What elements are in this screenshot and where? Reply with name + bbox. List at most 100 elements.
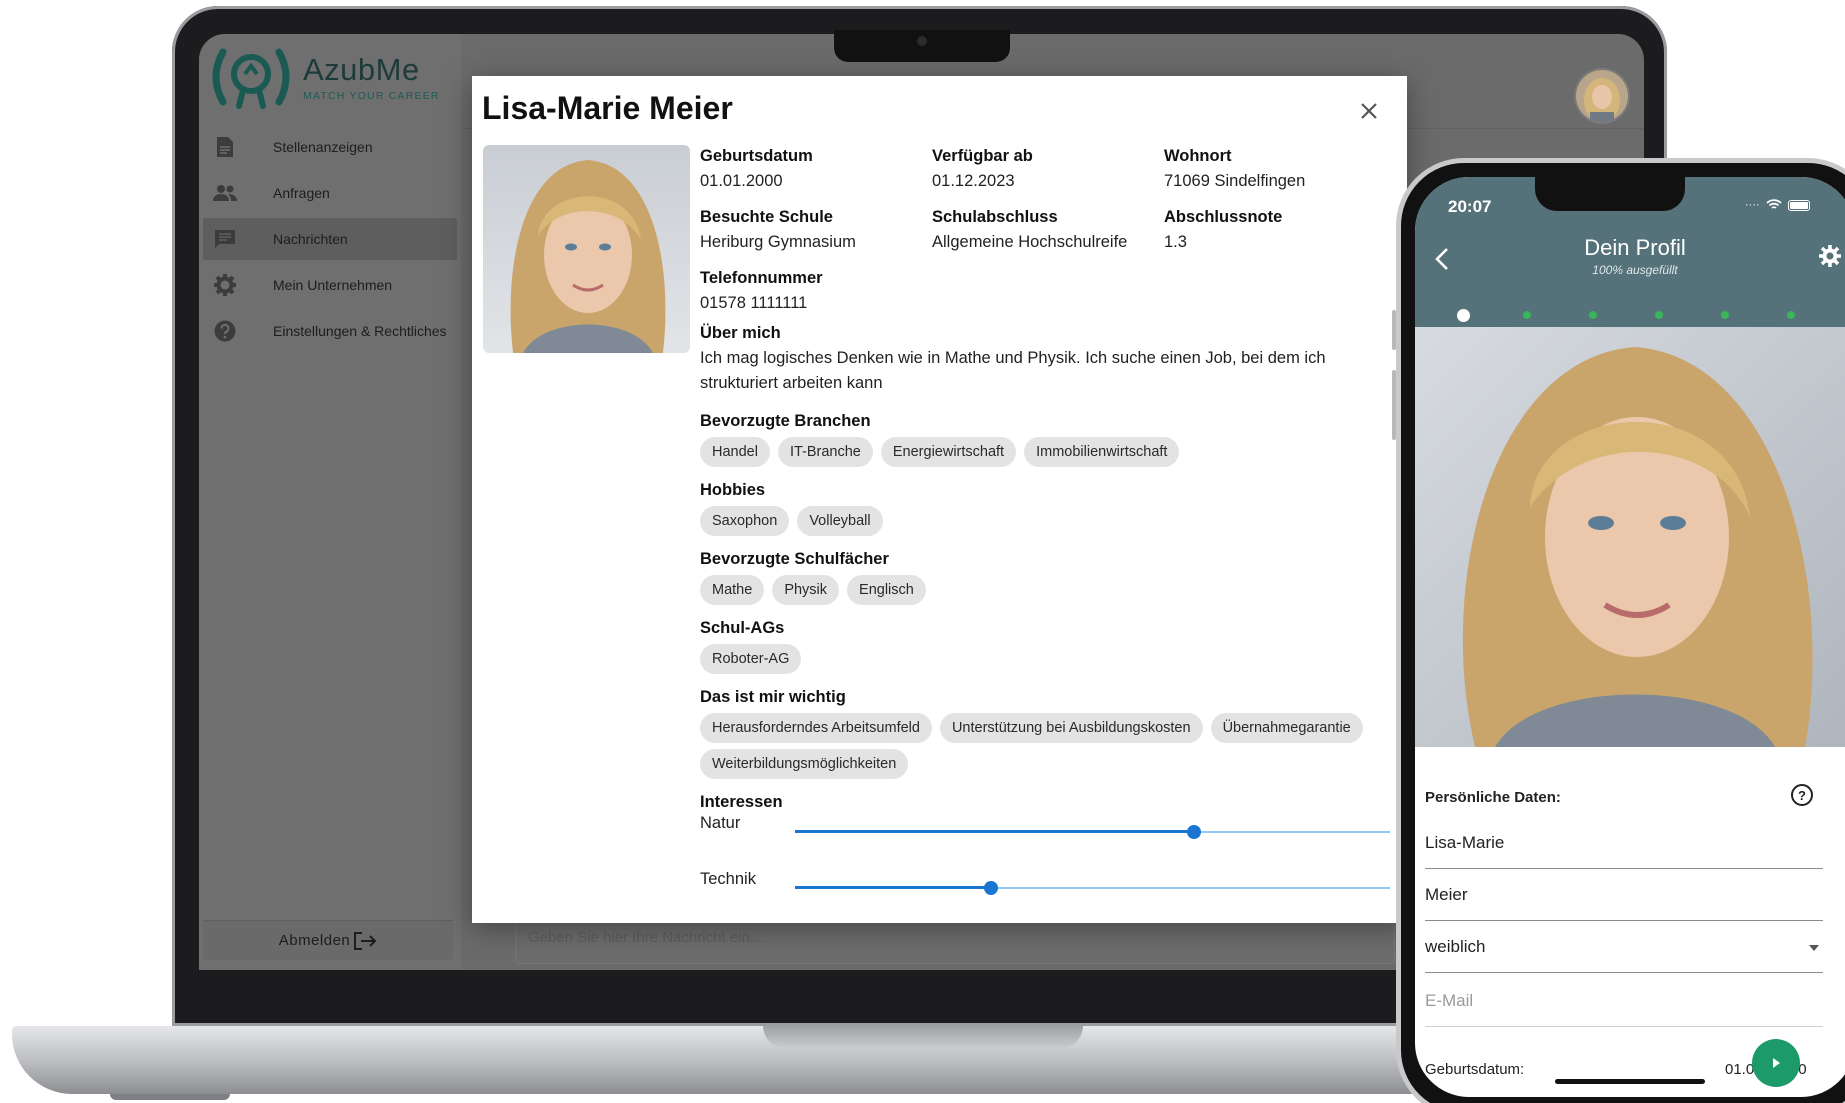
slider-thumb[interactable] — [984, 881, 999, 895]
chevron-down-icon — [1809, 945, 1819, 951]
sidebar-item-label: Mein Unternehmen — [273, 277, 393, 293]
status-time: 20:07 — [1448, 197, 1492, 216]
progress-step — [1787, 311, 1795, 319]
sidebar-nav: Stellenanzeigen Anfragen Nachrichten Mei… — [203, 126, 457, 356]
ags-chips: Roboter-AG — [700, 644, 1390, 674]
signal-icon: ···· — [1745, 199, 1760, 211]
branchen-label: Bevorzugte Branchen — [700, 412, 871, 430]
app-logo[interactable]: AzubMe MATCH YOUR CAREER — [209, 44, 440, 110]
field-label: Wohnort — [1164, 147, 1232, 165]
wichtig-label: Das ist mir wichtig — [700, 688, 846, 706]
phone-header: 20:07 ···· Dein Profil 100% ausgefüllt — [1415, 177, 1845, 327]
hobbies-label: Hobbies — [700, 481, 766, 499]
laptop-foot — [110, 1094, 230, 1100]
progress-step — [1721, 311, 1729, 319]
azubme-logo-icon — [212, 48, 290, 109]
chip: Herausforderndes Arbeitsumfeld — [700, 713, 932, 743]
sidebar-item-label: Stellenanzeigen — [273, 139, 373, 155]
slider-fill — [795, 886, 992, 889]
chip: Immobilienwirtschaft — [1024, 437, 1180, 467]
field-value: 71069 Sindelfingen — [1164, 172, 1306, 190]
sidebar-item-label: Nachrichten — [273, 231, 348, 247]
close-button[interactable] — [1356, 98, 1382, 124]
about-label: Über mich — [700, 324, 781, 342]
sidebar-item-mein-unternehmen[interactable]: Mein Unternehmen — [203, 264, 457, 306]
faecher-chips: Mathe Physik Englisch — [700, 575, 1390, 605]
email-field[interactable]: E-Mail — [1425, 977, 1823, 1027]
sidebar-item-label: Anfragen — [273, 185, 330, 201]
chip: Roboter-AG — [700, 644, 802, 674]
profile-fields: Geburtsdatum 01.01.2000 Verfügbar ab 01.… — [700, 146, 1390, 908]
branchen-chips: Handel IT-Branche Energiewirtschaft Immo… — [700, 437, 1390, 467]
about-text: Ich mag logisches Denken wie in Mathe un… — [700, 349, 1326, 392]
wichtig-chips: Herausforderndes Arbeitsumfeld Unterstüt… — [700, 713, 1400, 779]
phone-subtitle: 100% ausgefüllt — [1592, 263, 1678, 277]
progress-step — [1655, 311, 1663, 319]
document-icon — [213, 135, 237, 159]
sidebar-item-einstellungen[interactable]: Einstellungen & Rechtliches — [203, 310, 457, 352]
chip: Unterstützung bei Ausbildungskosten — [939, 713, 1203, 743]
chip: Handel — [700, 437, 770, 467]
interest-slider[interactable] — [795, 880, 1390, 896]
slider-thumb[interactable] — [1186, 825, 1201, 839]
chat-icon — [213, 227, 237, 251]
interest-slider[interactable] — [795, 824, 1390, 840]
profile-photo — [483, 145, 690, 353]
birthdate-label: Geburtsdatum: — [1425, 1061, 1525, 1078]
sidebar-item-nachrichten[interactable]: Nachrichten — [203, 218, 457, 260]
gear-icon — [213, 273, 237, 297]
chip: Übernahmegarantie — [1210, 713, 1363, 743]
chip: Englisch — [847, 575, 926, 605]
interest-name: Technik — [700, 870, 756, 888]
chip: Weiterbildungsmöglichkeiten — [700, 749, 909, 779]
chip: Energiewirtschaft — [880, 437, 1017, 467]
sidebar-item-stellenanzeigen[interactable]: Stellenanzeigen — [203, 126, 457, 168]
field-value: 01.01.2000 — [700, 172, 783, 190]
chip: Volleyball — [797, 506, 883, 536]
laptop-camera-notch — [834, 30, 1010, 62]
field-label: Schulabschluss — [932, 208, 1058, 226]
phone-notch — [1535, 177, 1685, 211]
gender-value: weiblich — [1425, 937, 1486, 956]
field-abschlussnote: Abschlussnote 1.3 — [1164, 207, 1390, 253]
progress-step-current — [1457, 309, 1470, 322]
field-besuchte-schule: Besuchte Schule Heriburg Gymnasium — [700, 207, 932, 253]
chip: Saxophon — [700, 506, 790, 536]
chip: Mathe — [700, 575, 765, 605]
personal-data-heading: Persönliche Daten: — [1425, 789, 1561, 806]
progress-step — [1523, 311, 1531, 319]
field-schulabschluss: Schulabschluss Allgemeine Hochschulreife — [932, 207, 1164, 253]
close-icon — [1361, 103, 1377, 119]
logout-button[interactable]: Abmelden — [203, 920, 453, 960]
settings-button[interactable] — [1819, 245, 1841, 272]
interest-row-natur: Natur — [700, 814, 1390, 852]
field-label: Abschlussnote — [1164, 208, 1283, 226]
interest-row-technik: Technik — [700, 870, 1390, 908]
avatar[interactable] — [1574, 68, 1630, 124]
help-icon[interactable]: ? — [1791, 784, 1813, 806]
first-name-field[interactable]: Lisa-Marie — [1425, 819, 1823, 869]
slider-fill — [795, 830, 1194, 833]
logo-title: AzubMe — [303, 52, 420, 87]
logout-icon — [354, 931, 377, 950]
home-indicator — [1555, 1079, 1705, 1084]
faecher-label: Bevorzugte Schulfächer — [700, 550, 889, 568]
interessen-label: Interessen — [700, 793, 783, 811]
chip: Physik — [772, 575, 840, 605]
field-wohnort: Wohnort 71069 Sindelfingen — [1164, 146, 1390, 192]
message-input[interactable]: Geben Sie hier Ihre Nachricht ein... — [515, 916, 1395, 964]
field-label: Geburtsdatum — [700, 147, 813, 165]
field-value: Heriburg Gymnasium — [700, 233, 856, 251]
logout-label: Abmelden — [278, 932, 351, 949]
field-value: 01.12.2023 — [932, 172, 1015, 190]
next-button[interactable] — [1752, 1039, 1800, 1087]
field-value: Allgemeine Hochschulreife — [932, 233, 1128, 251]
phone-screen: 20:07 ···· Dein Profil 100% ausgefüllt P… — [1415, 177, 1845, 1097]
sidebar-item-label: Einstellungen & Rechtliches — [273, 323, 447, 339]
last-name-field[interactable]: Meier — [1425, 871, 1823, 921]
gender-select[interactable]: weiblich — [1425, 923, 1823, 973]
logo-subtitle: MATCH YOUR CAREER — [303, 90, 440, 102]
ags-label: Schul-AGs — [700, 619, 785, 637]
progress-step — [1589, 311, 1597, 319]
sidebar-item-anfragen[interactable]: Anfragen — [203, 172, 457, 214]
